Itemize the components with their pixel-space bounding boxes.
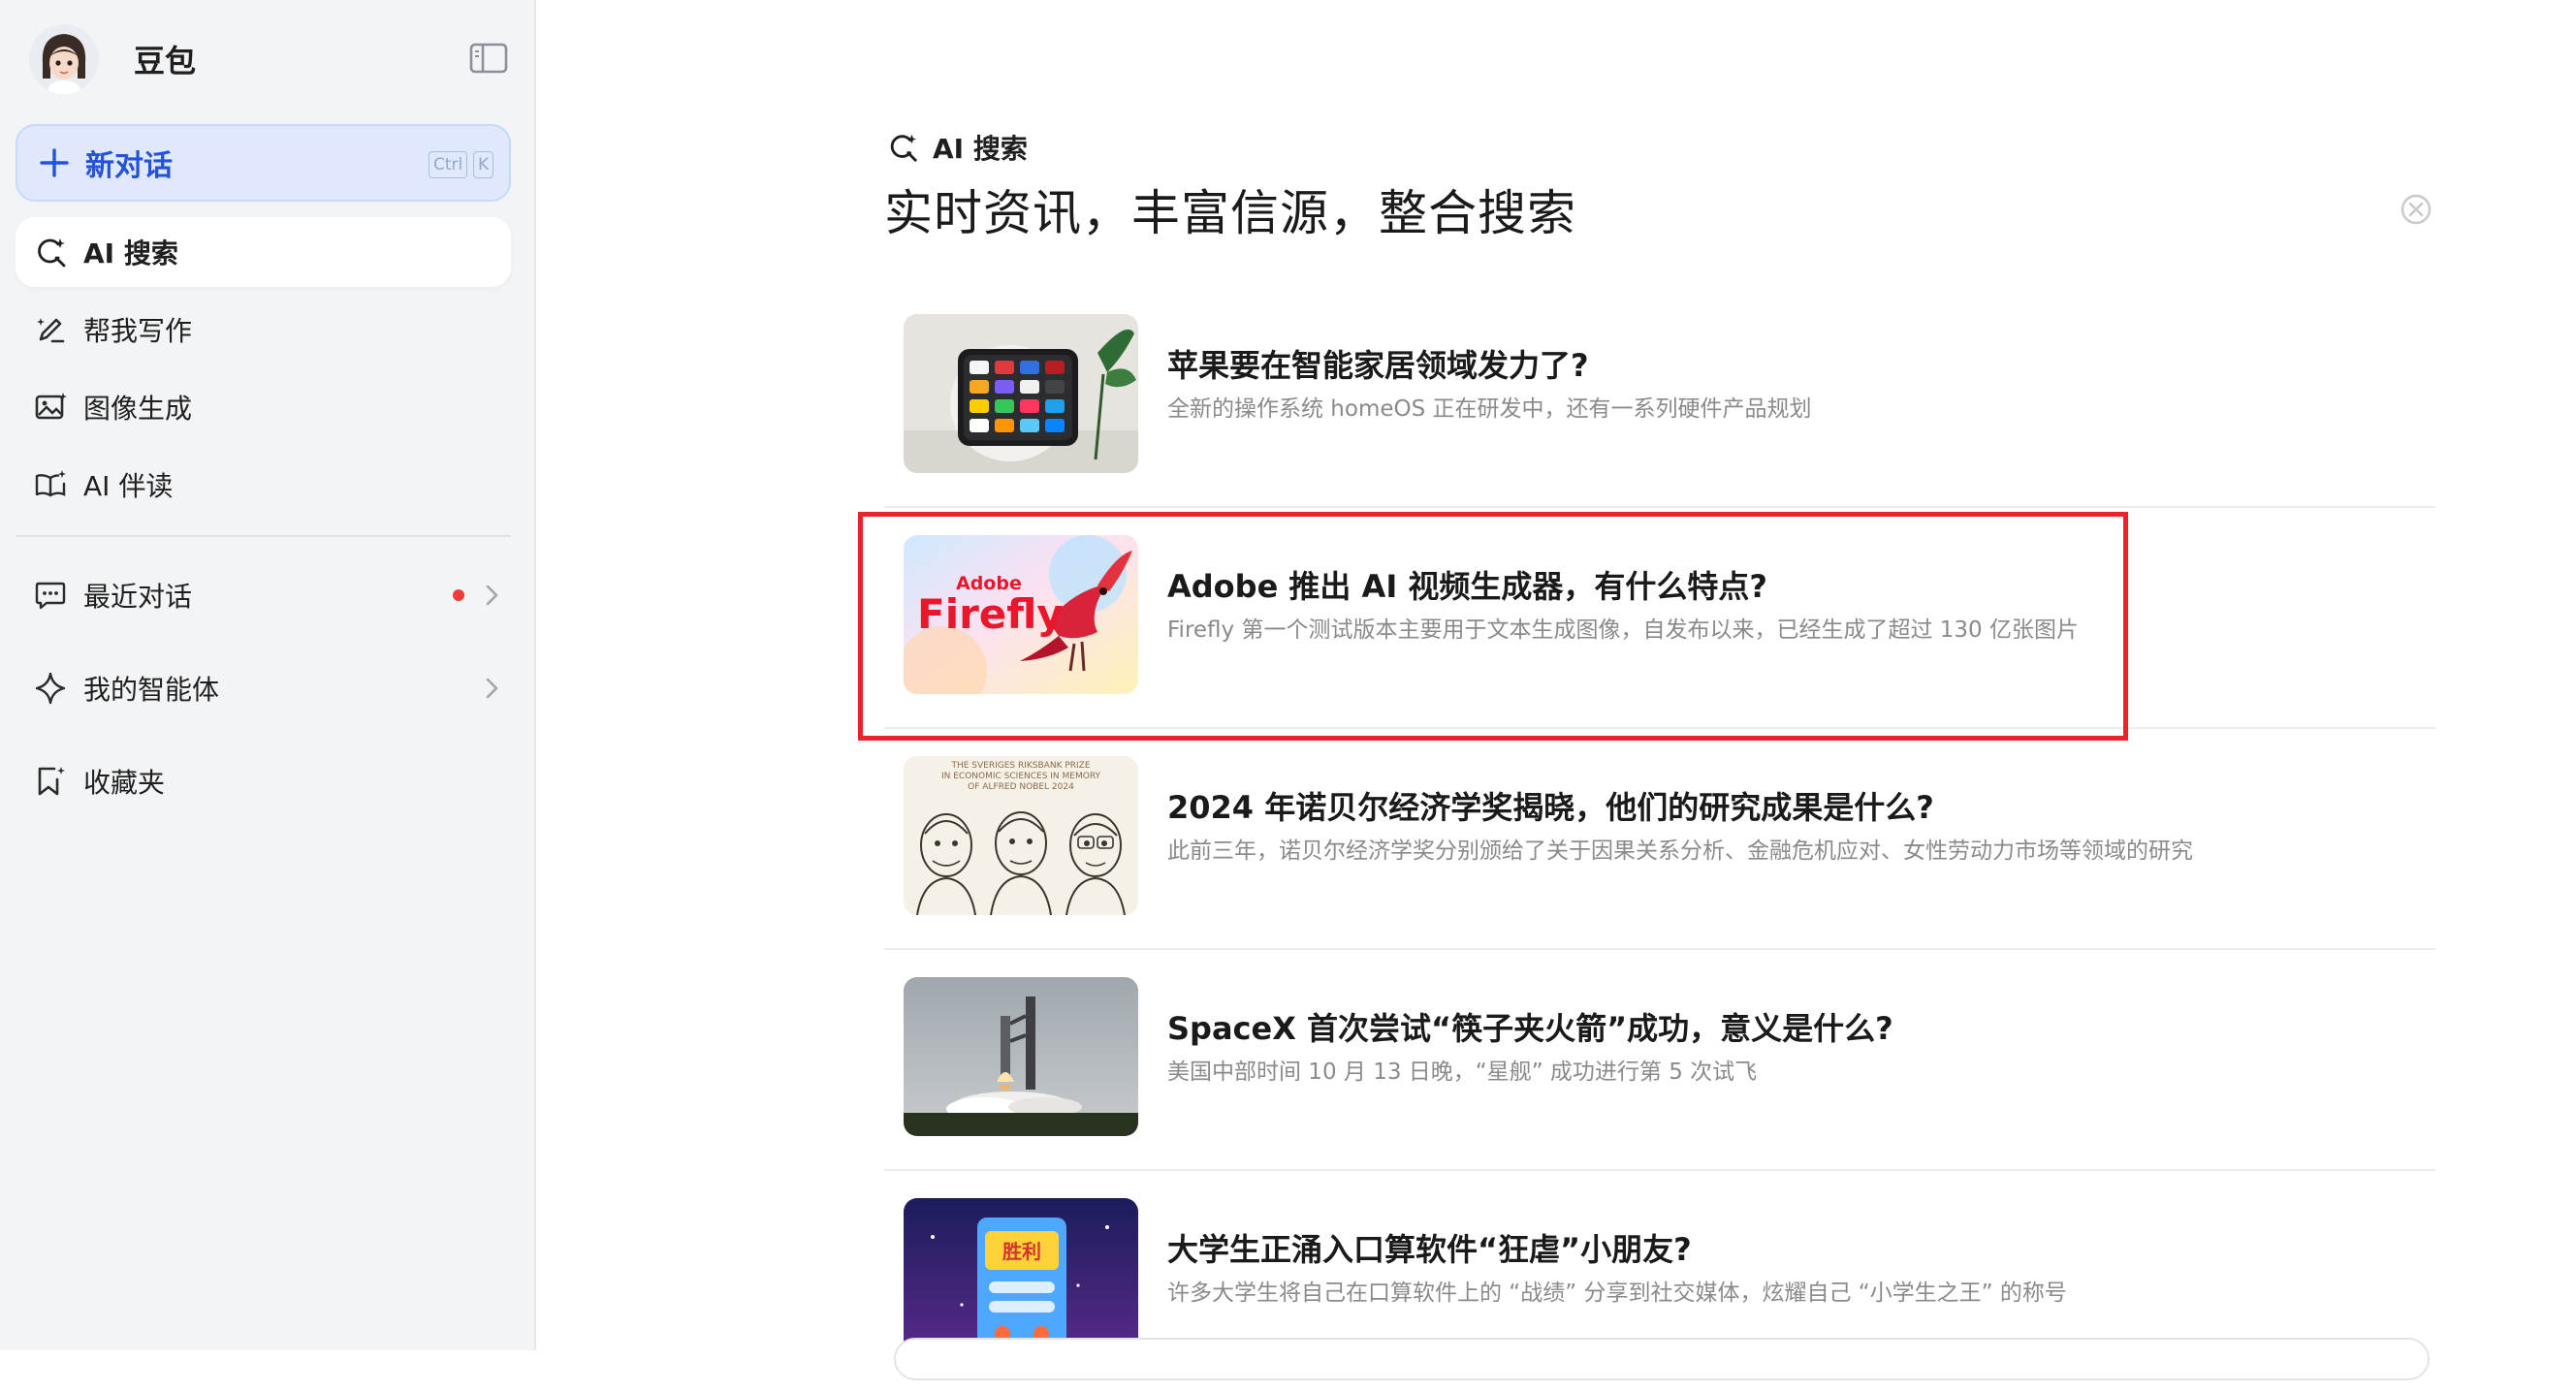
article-title[interactable]: 苹果要在智能家居领域发力了? bbox=[1167, 341, 1589, 386]
section-label-text: AI 搜索 bbox=[933, 133, 1028, 165]
sidebar-toggle-icon[interactable] bbox=[467, 39, 510, 78]
sidebar-divider bbox=[16, 535, 511, 537]
article-thumbnail: 胜利 bbox=[904, 1198, 1138, 1357]
sidebar-item-label: 我的智能体 bbox=[83, 674, 220, 706]
sidebar-item-label: AI 伴读 bbox=[83, 470, 174, 502]
article-title[interactable]: 2024 年诺贝尔经济学奖揭晓，他们的研究成果是什么? bbox=[1167, 783, 1934, 828]
sidebar: 豆包 新对话 Ctrl K AI 搜索 帮我写作 图像生成 AI 伴读 最近对话… bbox=[0, 0, 536, 1350]
sidebar-item-recent-chats[interactable]: 最近对话 bbox=[16, 560, 511, 630]
bookmark-icon bbox=[38, 767, 65, 796]
section-label: AI 搜索 bbox=[886, 128, 1028, 167]
image-icon bbox=[35, 393, 67, 420]
shortcut-k: K bbox=[473, 151, 494, 178]
chat-input[interactable] bbox=[894, 1338, 2430, 1380]
article-title[interactable]: SpaceX 首次尝试“筷子夹火箭”成功，意义是什么? bbox=[1167, 1004, 1893, 1049]
chat-bubble-icon bbox=[35, 582, 66, 610]
chevron-right-icon[interactable] bbox=[481, 581, 504, 610]
article-thumbnail: THE SVERIGES RIKSBANK PRIZE IN ECONOMIC … bbox=[904, 756, 1138, 915]
sidebar-item-label: 帮我写作 bbox=[83, 315, 193, 347]
new-chat-label: 新对话 bbox=[85, 149, 173, 183]
shortcut-ctrl: Ctrl bbox=[429, 151, 468, 178]
article-card[interactable]: THE SVERIGES RIKSBANK PRIZE IN ECONOMIC … bbox=[884, 729, 2435, 950]
thumbnail-caption: THE SVERIGES RIKSBANK PRIZE bbox=[950, 761, 1090, 771]
article-thumbnail bbox=[904, 314, 1138, 473]
chevron-right-icon[interactable] bbox=[481, 674, 504, 703]
sidebar-item-ai-reading[interactable]: AI 伴读 bbox=[16, 450, 511, 520]
avatar[interactable] bbox=[29, 24, 99, 94]
new-chat-button[interactable]: 新对话 Ctrl K bbox=[16, 124, 511, 202]
sparkle-icon bbox=[35, 672, 66, 705]
sidebar-item-ai-search[interactable]: AI 搜索 bbox=[16, 217, 511, 287]
ai-search-icon bbox=[38, 238, 66, 268]
article-description: 此前三年，诺贝尔经济学奖分别颁给了关于因果关系分析、金融危机应对、女性劳动力市场… bbox=[1167, 838, 2193, 864]
close-icon[interactable] bbox=[2399, 192, 2433, 227]
plus-icon bbox=[40, 148, 69, 177]
sidebar-item-label: 收藏夹 bbox=[83, 767, 166, 799]
article-title[interactable]: 大学生正涌入口算软件“狂虐”小朋友? bbox=[1167, 1225, 1692, 1270]
thumbnail-caption: IN ECONOMIC SCIENCES IN MEMORY bbox=[941, 772, 1101, 781]
highlight-box bbox=[858, 512, 2128, 741]
sidebar-item-favorites[interactable]: 收藏夹 bbox=[16, 746, 511, 816]
article-description: 全新的操作系统 homeOS 正在研发中，还有一系列硬件产品规划 bbox=[1167, 396, 1812, 422]
pen-icon bbox=[37, 318, 65, 343]
sidebar-item-label: 图像生成 bbox=[83, 393, 193, 425]
article-card[interactable]: 苹果要在智能家居领域发力了? 全新的操作系统 homeOS 正在研发中，还有一系… bbox=[884, 287, 2435, 508]
article-description: 美国中部时间 10 月 13 日晚，“星舰” 成功进行第 5 次试飞 bbox=[1167, 1060, 1758, 1085]
article-description: 许多大学生将自己在口算软件上的 “战绩” 分享到社交媒体，炫耀自己 “小学生之王… bbox=[1167, 1281, 2067, 1306]
sidebar-item-label: 最近对话 bbox=[83, 581, 193, 613]
brand: 豆包 bbox=[29, 23, 196, 95]
sidebar-item-label: AI 搜索 bbox=[83, 237, 178, 269]
article-thumbnail bbox=[904, 977, 1138, 1136]
ai-search-icon bbox=[890, 134, 917, 162]
page-title: 实时资讯，丰富信源，整合搜索 bbox=[884, 185, 1576, 241]
unread-dot bbox=[453, 589, 464, 601]
thumbnail-caption: OF ALFRED NOBEL 2024 bbox=[968, 782, 1074, 792]
article-card[interactable]: SpaceX 首次尝试“筷子夹火箭”成功，意义是什么? 美国中部时间 10 月 … bbox=[884, 950, 2435, 1171]
brand-name: 豆包 bbox=[134, 43, 197, 79]
sidebar-item-image-gen[interactable]: 图像生成 bbox=[16, 372, 511, 442]
sidebar-item-writing[interactable]: 帮我写作 bbox=[16, 295, 511, 364]
sidebar-item-my-agents[interactable]: 我的智能体 bbox=[16, 653, 511, 723]
thumbnail-text: 胜利 bbox=[1002, 1240, 1041, 1263]
book-icon bbox=[35, 470, 66, 497]
